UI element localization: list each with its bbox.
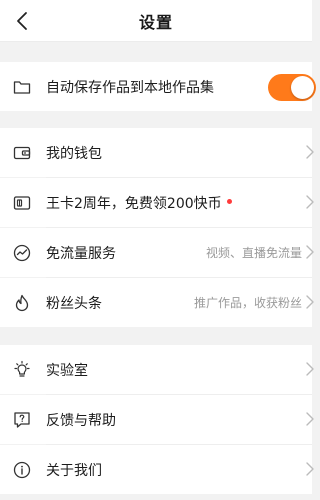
fans-headline-row[interactable]: 粉丝头条 推广作品，收获粉丝 (0, 278, 314, 327)
wallet-label: 我的钱包 (46, 145, 102, 162)
chevron-right-icon (306, 462, 314, 476)
fans-subtitle: 推广作品，收获粉丝 (193, 296, 302, 310)
auto-save-label: 自动保存作品到本地作品集 (46, 79, 214, 96)
chevron-right-icon (306, 145, 314, 159)
toggle-knob (291, 76, 314, 99)
promo-label: 王卡2周年，免费领200快币 (46, 193, 232, 213)
lab-label: 实验室 (46, 362, 88, 379)
feedback-help-row[interactable]: 反馈与帮助 (0, 395, 314, 444)
wallet-icon (12, 143, 32, 163)
chevron-right-icon (306, 362, 314, 376)
notification-dot (226, 199, 232, 204)
page-title: 设置 (138, 12, 173, 32)
back-button[interactable] (8, 6, 36, 36)
chevron-right-icon (306, 295, 314, 309)
lightbulb-icon (12, 360, 32, 380)
free-data-service-row[interactable]: 免流量服务 视频、直播免流量 (0, 228, 314, 277)
free-data-subtitle: 视频、直播免流量 (205, 246, 302, 260)
flame-icon (12, 293, 32, 313)
folder-icon (12, 77, 32, 97)
back-arrow-icon (17, 12, 27, 30)
auto-save-row: 自动保存作品到本地作品集 (0, 62, 316, 111)
chevron-right-icon (306, 245, 314, 259)
sim-card-icon (12, 193, 32, 213)
chevron-right-icon (306, 412, 314, 426)
wallet-row[interactable]: 我的钱包 (0, 128, 314, 177)
free-data-label: 免流量服务 (46, 245, 116, 262)
wang-card-promo-row[interactable]: 王卡2周年，免费领200快币 (0, 178, 314, 227)
fans-label: 粉丝头条 (46, 295, 102, 312)
help-chat-icon (12, 410, 32, 430)
top-nav-bar: 设置 (0, 0, 312, 42)
info-icon (12, 460, 32, 480)
feedback-label: 反馈与帮助 (46, 412, 116, 429)
trend-circle-icon (12, 243, 32, 263)
promo-text: 王卡2周年，免费领200快币 (46, 195, 222, 212)
auto-save-toggle[interactable] (268, 74, 316, 101)
about-us-row[interactable]: 关于我们 (0, 445, 314, 494)
chevron-right-icon (306, 195, 314, 209)
lab-row[interactable]: 实验室 (0, 345, 314, 394)
about-label: 关于我们 (46, 462, 102, 479)
